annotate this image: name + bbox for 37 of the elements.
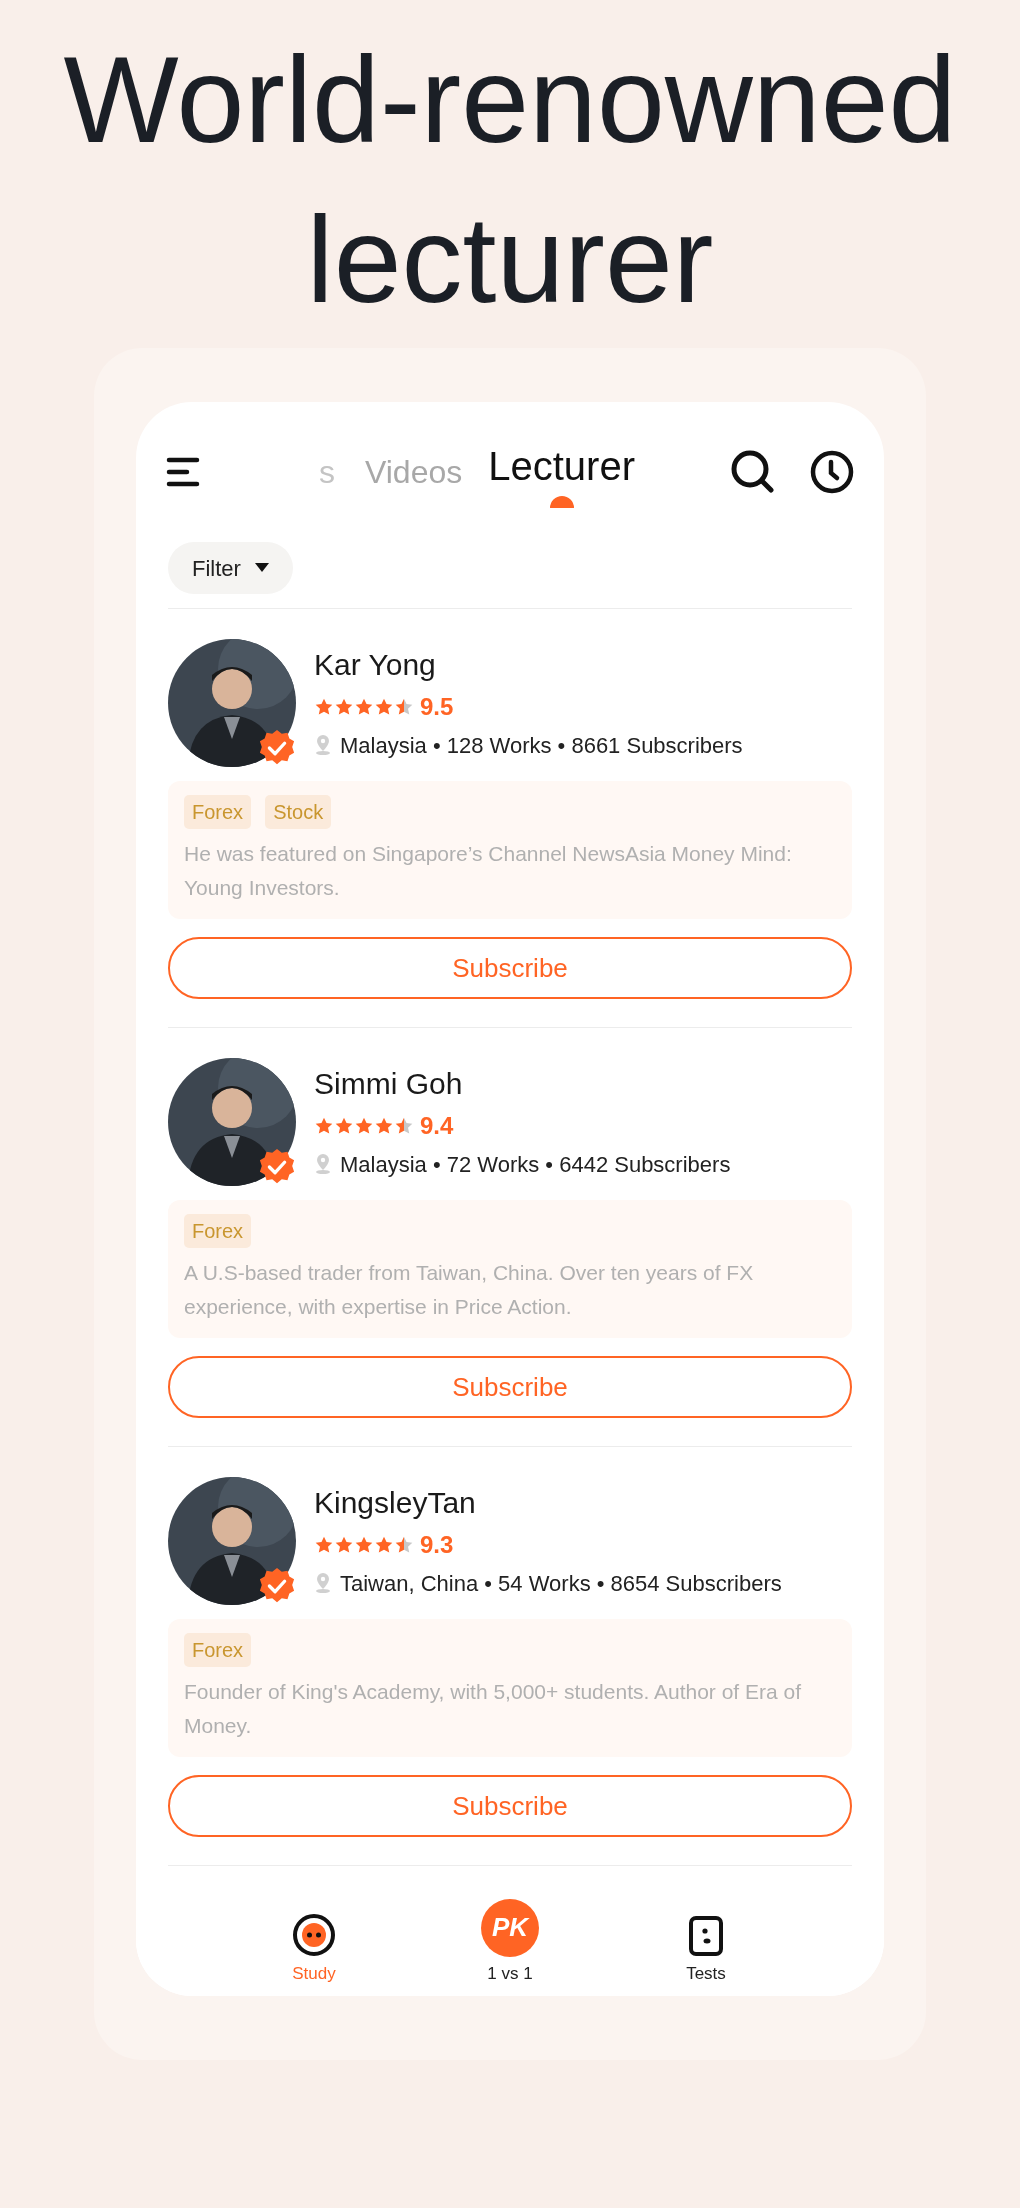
location-pin-icon bbox=[314, 1572, 332, 1594]
nav-tab[interactable]: PK 1 vs 1 bbox=[450, 1898, 570, 1986]
rating-score: 9.3 bbox=[420, 1529, 454, 1560]
rating-score: 9.4 bbox=[420, 1110, 454, 1141]
topic-tag: Forex bbox=[184, 1214, 252, 1248]
lecturer-stats: Malaysia • 72 Works • 6442 Subscribers bbox=[340, 1150, 731, 1179]
filter-dropdown[interactable]: Filter bbox=[168, 542, 293, 594]
rating-score: 9.5 bbox=[420, 691, 454, 722]
dice-icon bbox=[688, 1914, 724, 1957]
subscribe-button[interactable]: Subscribe bbox=[168, 1775, 852, 1837]
lecturer-bio: He was featured on Singapore’s Channel NewsAsia Money Mind: Young Investors. bbox=[184, 841, 793, 901]
nav-tab[interactable]: Study bbox=[254, 1912, 374, 1986]
headline: World-renowned lecturer bbox=[62, 31, 958, 330]
pk-logo: PK bbox=[481, 1898, 539, 1957]
location-pin-icon bbox=[314, 734, 332, 756]
topic-tag: Forex bbox=[184, 795, 252, 829]
lecturer-stats: Taiwan, China • 54 Works • 8654 Subscribers bbox=[340, 1569, 782, 1598]
lecturer-bio: Founder of King's Academy, with 5,000+ students. Author of Era of Money. bbox=[184, 1679, 803, 1739]
lecturer-name: KingsleyTan bbox=[314, 1484, 477, 1521]
clock-icon[interactable] bbox=[810, 450, 854, 494]
topic-tag: Forex bbox=[184, 1633, 252, 1667]
lecturer-stats: Malaysia • 128 Works • 8661 Subscribers bbox=[340, 731, 743, 760]
search-icon[interactable] bbox=[730, 449, 776, 495]
tab[interactable]: Lecturer bbox=[488, 436, 635, 508]
caret-icon bbox=[254, 563, 269, 573]
menu-icon[interactable] bbox=[166, 455, 200, 489]
location-pin-icon bbox=[314, 1153, 332, 1175]
topic-tag: Stock bbox=[265, 795, 332, 829]
lecturer-name: Simmi Goh bbox=[314, 1065, 464, 1102]
tab[interactable]: Videos bbox=[365, 448, 463, 508]
nav-tab[interactable]: Tests bbox=[646, 1914, 766, 1986]
lecturer-name: Kar Yong bbox=[314, 646, 437, 683]
subscribe-button[interactable]: Subscribe bbox=[168, 937, 852, 999]
tab[interactable]: s bbox=[315, 448, 339, 508]
lecturer-bio: A U.S-based trader from Taiwan, China. Over ten years of FX experience, with expertise in Price Action. bbox=[184, 1260, 755, 1320]
face-circle-icon bbox=[292, 1912, 336, 1957]
subscribe-button[interactable]: Subscribe bbox=[168, 1356, 852, 1418]
